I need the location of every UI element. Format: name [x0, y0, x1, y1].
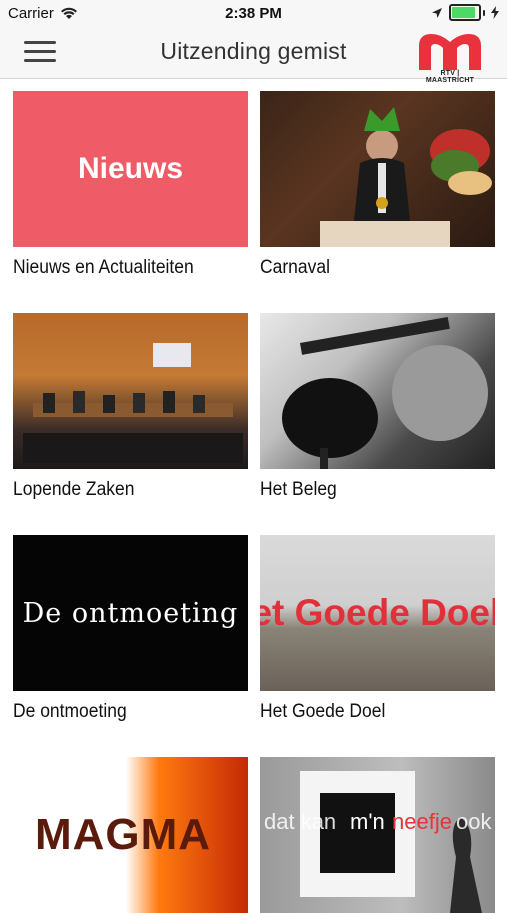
program-thumbnail[interactable] — [260, 313, 495, 469]
logo-caption: RTV | MAASTRICHT — [425, 70, 475, 84]
thumbnail-text: Het Goede Doel — [260, 592, 495, 633]
program-tile-het-goede-doel[interactable]: Het Goede Doel Het Goede Doel — [260, 535, 495, 722]
battery-icon — [449, 4, 481, 21]
program-thumbnail[interactable]: Nieuws — [13, 91, 248, 247]
program-title: Nieuws en Actualiteiten — [13, 257, 194, 278]
battery-tip — [483, 9, 485, 16]
program-tile-magma[interactable]: MAGMA — [13, 757, 248, 913]
carnaval-photo — [320, 107, 492, 247]
thumbnail-text: De ontmoeting — [22, 597, 239, 629]
battery-level — [452, 7, 475, 18]
svg-text:neefje: neefje — [392, 809, 452, 834]
thumbnail-text: MAGMA — [35, 810, 212, 859]
program-thumbnail[interactable] — [13, 313, 248, 469]
svg-text:m'n: m'n — [350, 809, 385, 834]
program-tile-nieuws[interactable]: Nieuws Nieuws en Actualiteiten — [13, 91, 248, 278]
location-arrow-icon — [432, 7, 442, 18]
program-thumbnail[interactable]: De ontmoeting — [13, 535, 248, 691]
program-tile-carnaval[interactable]: Carnaval — [260, 91, 495, 278]
program-thumbnail[interactable]: MAGMA — [13, 757, 248, 913]
program-title: Lopende Zaken — [13, 479, 135, 500]
program-title: Het Beleg — [260, 479, 337, 500]
navigation-bar: Uitzending gemist RTV | MAASTRICHT — [0, 28, 507, 84]
program-tile-lopende-zaken[interactable]: Lopende Zaken — [13, 313, 248, 500]
program-thumbnail[interactable]: dat kan m'n neefje ook — [260, 757, 495, 913]
program-tile-de-ontmoeting[interactable]: De ontmoeting De ontmoeting — [13, 535, 248, 722]
program-tile-neefje[interactable]: dat kan m'n neefje ook — [260, 757, 495, 913]
council-room-photo — [23, 343, 243, 463]
svg-text:dat kan: dat kan — [264, 809, 336, 834]
thumbnail-text: Nieuws — [77, 152, 184, 185]
svg-text:ook: ook — [456, 809, 492, 834]
charging-icon — [491, 6, 499, 19]
program-title: Het Goede Doel — [260, 701, 386, 722]
program-thumbnail[interactable]: Het Goede Doel — [260, 535, 495, 691]
status-right — [431, 4, 499, 21]
microphone-photo — [282, 316, 488, 469]
program-tile-het-beleg[interactable]: Het Beleg — [260, 313, 495, 500]
neefje-photo: dat kan m'n neefje ook — [264, 771, 492, 913]
status-bar: Carrier 2:38 PM — [0, 0, 507, 28]
program-title: Carnaval — [260, 257, 330, 278]
program-title: De ontmoeting — [13, 701, 127, 722]
program-thumbnail[interactable] — [260, 91, 495, 247]
